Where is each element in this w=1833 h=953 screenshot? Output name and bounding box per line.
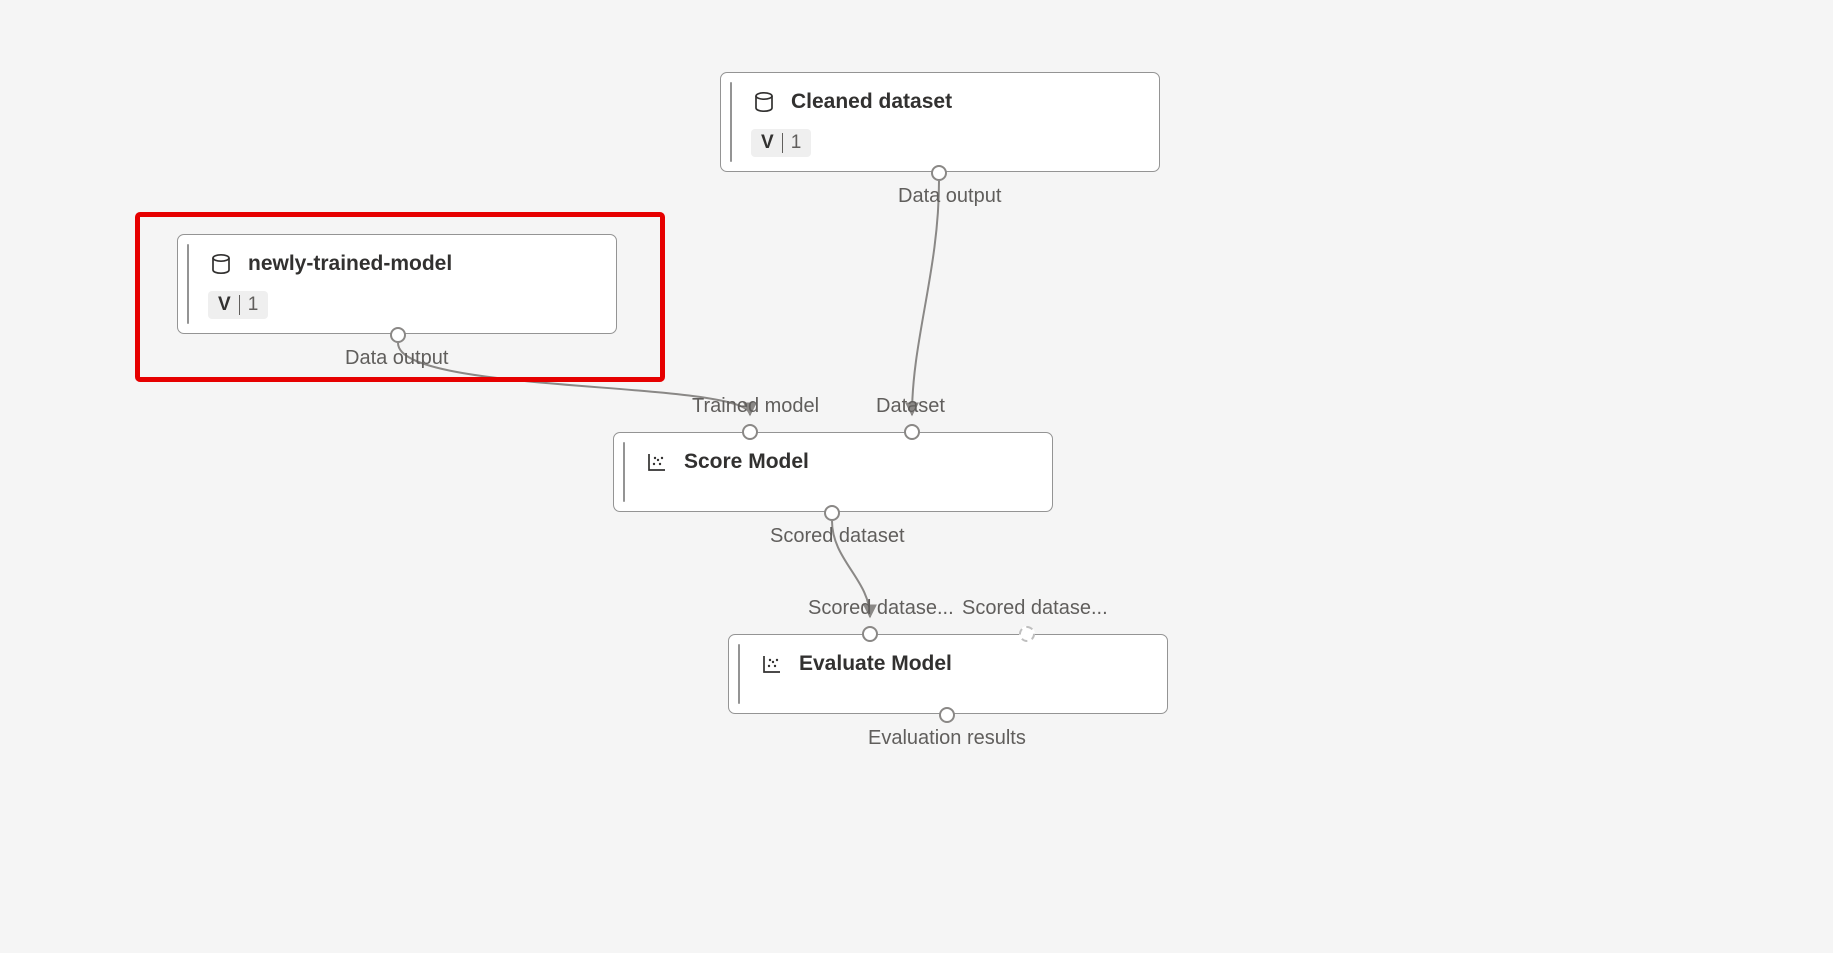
port-score-model-trained-input[interactable] bbox=[742, 424, 758, 440]
port-label-evaluate-model-input-1: Scored datase... bbox=[808, 597, 954, 620]
port-score-model-output[interactable] bbox=[824, 505, 840, 521]
version-badge: V 1 bbox=[208, 291, 268, 319]
node-title: Evaluate Model bbox=[799, 652, 952, 676]
node-score-model[interactable]: Score Model bbox=[613, 432, 1053, 512]
node-cleaned-dataset[interactable]: Cleaned dataset V 1 bbox=[720, 72, 1160, 172]
port-label-score-model-dataset-input: Dataset bbox=[876, 395, 945, 418]
node-newly-trained-model[interactable]: newly-trained-model V 1 bbox=[177, 234, 617, 334]
version-badge: V 1 bbox=[751, 129, 811, 157]
pipeline-canvas[interactable]: Cleaned dataset V 1 Data output newly-tr… bbox=[0, 0, 1833, 953]
node-accent-bar bbox=[738, 644, 740, 704]
node-evaluate-model[interactable]: Evaluate Model bbox=[728, 634, 1168, 714]
node-accent-bar bbox=[730, 82, 732, 162]
node-title: Cleaned dataset bbox=[791, 90, 952, 114]
node-accent-bar bbox=[187, 244, 189, 324]
port-newly-trained-model-output[interactable] bbox=[390, 327, 406, 343]
database-icon bbox=[208, 251, 234, 277]
port-cleaned-dataset-output[interactable] bbox=[931, 165, 947, 181]
port-label-score-model-output: Scored dataset bbox=[770, 525, 905, 548]
port-label-cleaned-dataset-output: Data output bbox=[898, 185, 1001, 208]
port-label-evaluate-model-output: Evaluation results bbox=[868, 727, 1026, 750]
node-title: newly-trained-model bbox=[248, 252, 452, 276]
database-icon bbox=[751, 89, 777, 115]
port-score-model-dataset-input[interactable] bbox=[904, 424, 920, 440]
node-title: Score Model bbox=[684, 450, 809, 474]
port-evaluate-model-input-2[interactable] bbox=[1019, 626, 1035, 642]
port-evaluate-model-input-1[interactable] bbox=[862, 626, 878, 642]
port-label-score-model-trained-input: Trained model bbox=[692, 395, 819, 418]
port-evaluate-model-output[interactable] bbox=[939, 707, 955, 723]
node-accent-bar bbox=[623, 442, 625, 502]
port-label-newly-trained-model-output: Data output bbox=[345, 347, 448, 370]
port-label-evaluate-model-input-2: Scored datase... bbox=[962, 597, 1108, 620]
scatter-plot-icon bbox=[759, 651, 785, 677]
scatter-plot-icon bbox=[644, 449, 670, 475]
